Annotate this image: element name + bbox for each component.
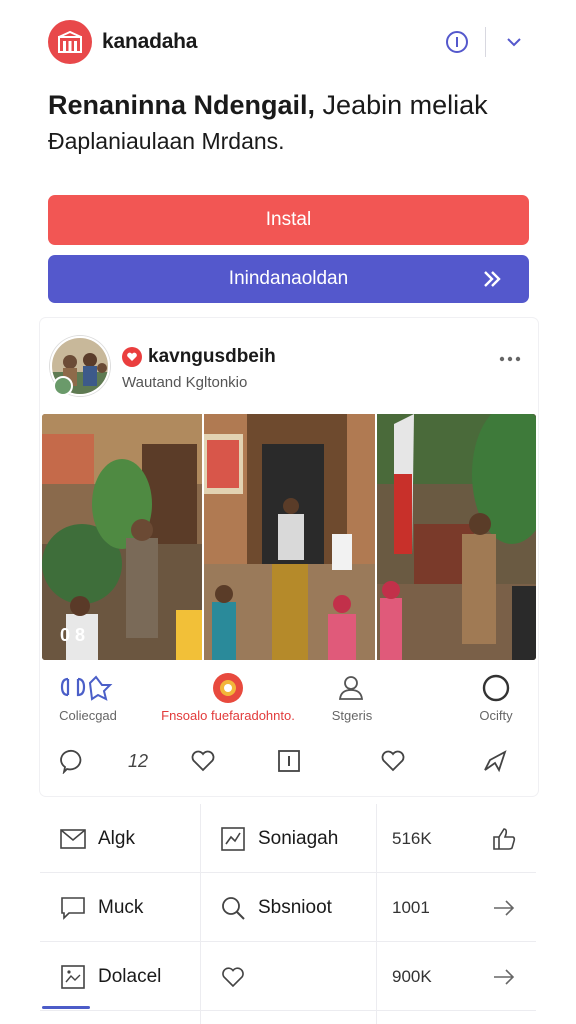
store-icon[interactable] <box>48 20 92 64</box>
list-cell-primary: Algk <box>58 804 208 873</box>
headline: Renaninna Ndengail, Jeabin meliak Ðaplan… <box>48 88 548 158</box>
secondary-button[interactable]: Inindanaoldan <box>48 255 529 303</box>
post-username: kavngusdbeih <box>148 346 276 367</box>
headline-line-1: Renaninna Ndengail, Jeabin meliak <box>48 88 548 122</box>
arrow-right-icon[interactable] <box>484 873 524 942</box>
share-icon[interactable] <box>480 746 510 776</box>
image-icon <box>58 964 88 989</box>
list-value: 516K <box>392 828 432 848</box>
post-photo[interactable]: 0 8 <box>42 414 536 660</box>
reaction-icons: 12 <box>40 746 538 782</box>
comment-icon[interactable] <box>58 746 88 776</box>
action-ocifty[interactable]: Ocifty <box>436 672 556 723</box>
list-label: Soniagah <box>258 827 339 849</box>
secondary-button-label: Inindanaoldan <box>228 268 349 289</box>
list-label: Algk <box>98 827 135 849</box>
list-cell-secondary: Soniagah <box>218 804 398 873</box>
list-value: 900K <box>392 966 432 986</box>
users-icon <box>292 672 412 704</box>
action-sticker[interactable]: Fnsoalo fuefaradohnto. <box>144 672 312 723</box>
list-item[interactable]: Algk Soniagah 516K <box>40 804 536 873</box>
list-cell-primary: Muck <box>58 873 208 942</box>
post-subtitle: Wautand Kgltonkio <box>122 374 248 391</box>
divider <box>485 27 486 57</box>
arrow-right-icon[interactable] <box>484 942 524 1011</box>
edit-count-icon[interactable]: 12 <box>122 746 154 776</box>
action-label: Ocifty <box>479 708 513 723</box>
message-icon <box>58 896 88 920</box>
heart-icon <box>218 966 248 988</box>
sticker-icon <box>144 672 312 704</box>
info-icon[interactable] <box>443 28 471 56</box>
stats-list: Algk Soniagah 516K Muck Sbsnioot 1001 Do… <box>40 804 536 1011</box>
chart-icon <box>218 826 248 851</box>
action-label: Coliecgad <box>59 708 117 723</box>
edit-count: 12 <box>127 750 149 771</box>
headline-bold: Renaninna Ndengail, <box>48 90 316 120</box>
bookmark-icon[interactable] <box>274 746 304 776</box>
thumb-icon[interactable] <box>484 804 524 873</box>
list-label: Muck <box>98 896 144 918</box>
mini-avatar <box>53 376 73 396</box>
list-label: Dolacel <box>98 965 162 987</box>
install-button[interactable]: Instal <box>48 195 529 245</box>
double-chevron-right-icon <box>479 266 505 298</box>
list-item[interactable]: Dolacel 900K <box>40 942 536 1011</box>
top-actions <box>443 27 528 57</box>
more-icon[interactable] <box>498 350 522 368</box>
action-label: Fnsoalo fuefaradohnto. <box>161 708 295 723</box>
active-tab-indicator <box>42 1006 90 1009</box>
headline-tail: Jeabin meliak <box>315 90 488 120</box>
photo-counter: 0 8 <box>60 625 86 645</box>
post-actions: Coliecgad Fnsoalo fuefaradohnto. Stgeris… <box>40 672 538 730</box>
mail-icon <box>58 828 88 849</box>
list-cell-secondary: Sbsnioot <box>218 873 398 942</box>
app-name: kanadaha <box>102 30 198 53</box>
top-bar: kanadaha <box>0 0 576 84</box>
list-cell-primary: Dolacel <box>58 942 208 1011</box>
headline-line-2: Ðaplaniaulaan Mrdans. <box>48 128 285 154</box>
list-cell-secondary <box>218 942 398 1011</box>
action-collected[interactable]: Coliecgad <box>28 672 148 723</box>
quote-share-icon <box>28 672 148 704</box>
heart-badge-icon <box>122 347 142 367</box>
list-item[interactable]: Muck Sbsnioot 1001 <box>40 873 536 942</box>
heart-outline-icon[interactable] <box>378 746 408 776</box>
search-icon <box>218 895 248 921</box>
post-header: kavngusdbeih Wautand Kgltonkio <box>50 336 528 398</box>
list-label: Sbsnioot <box>258 896 332 918</box>
action-stories[interactable]: Stgeris <box>292 672 412 723</box>
post-card: kavngusdbeih Wautand Kgltonkio 0 8 Colie… <box>40 318 538 796</box>
chevron-down-icon[interactable] <box>500 28 528 56</box>
circle-icon <box>436 672 556 704</box>
install-button-label: Instal <box>265 209 312 230</box>
post-username-row[interactable]: kavngusdbeih <box>122 346 276 368</box>
action-label: Stgeris <box>331 708 373 723</box>
list-value: 1001 <box>392 897 430 917</box>
heart-icon[interactable] <box>188 746 218 776</box>
